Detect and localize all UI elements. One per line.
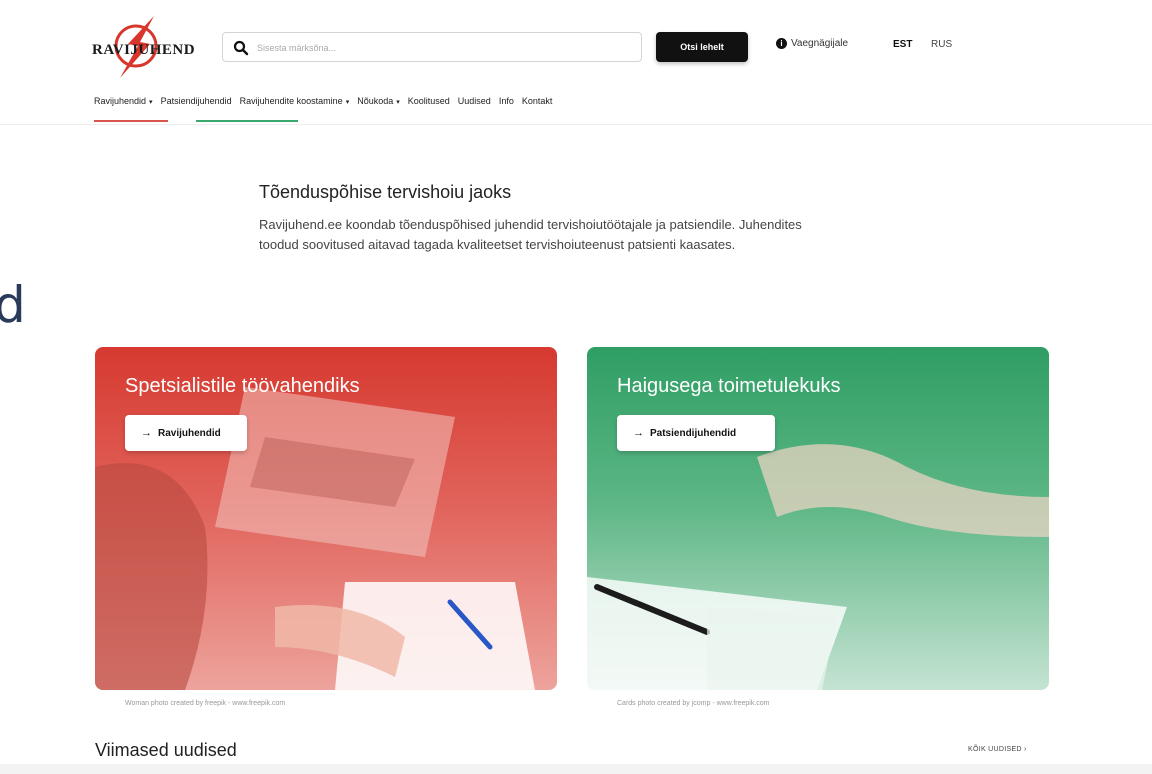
intro-text: Ravijuhend.ee koondab tõenduspõhised juh… (259, 217, 802, 252)
language-est[interactable]: EST (893, 39, 912, 50)
news-section-title: Viimased uudised (95, 740, 237, 760)
photo-credit[interactable]: Cards photo created by jcomp - www.freep… (617, 700, 770, 707)
info-icon: i (776, 38, 787, 49)
intro-section: Tõenduspõhise tervishoiu jaoks Ravijuhen… (259, 182, 819, 255)
logo-text: RAVIJUHEND (92, 42, 196, 58)
site-header: RAVIJUHEND Otsi lehelt i Vaegnägijale ES… (0, 0, 1152, 125)
nav-item-noukoda[interactable]: Nõukoda ▾ (357, 96, 400, 106)
arrow-right-icon: → (141, 427, 152, 439)
card-title: Spetsialistile töövahendiks (125, 375, 360, 397)
nav-item-koolitused[interactable]: Koolitused (408, 96, 450, 106)
search-input[interactable] (255, 37, 619, 59)
nav-item-label: Ravijuhendite koostamine (239, 96, 343, 106)
photo-credit[interactable]: Woman photo created by freepik - www.fre… (125, 700, 285, 707)
nav-item-label: Koolitused (407, 96, 450, 106)
main-nav: Ravijuhendid ▾ Patsiendijuhendid Ravijuhe… (94, 96, 560, 106)
nav-item-label: Kontakt (521, 96, 553, 106)
nav-item-koostamine[interactable]: Ravijuhendite koostamine ▾ (240, 96, 350, 106)
card-specialist[interactable]: Spetsialistile töövahendiks → Ravijuhend… (95, 347, 557, 690)
site-logo[interactable]: RAVIJUHEND (92, 14, 200, 80)
arrow-right-icon: → (633, 427, 644, 439)
nav-item-label: Patsiendijuhendid (160, 96, 232, 106)
nav-item-uudised[interactable]: Uudised (458, 96, 491, 106)
nav-item-label: Nõukoda (357, 96, 394, 106)
patsiendijuhendid-button[interactable]: → Patsiendijuhendid (617, 415, 775, 451)
nav-item-info[interactable]: Info (499, 96, 514, 106)
chevron-down-icon: ▾ (396, 99, 400, 106)
search-box (222, 32, 642, 62)
nav-underline-green (196, 120, 298, 122)
nav-item-label: Ravijuhendid (94, 96, 147, 106)
chevron-down-icon: ▾ (149, 99, 153, 106)
chevron-down-icon: ▾ (345, 99, 350, 106)
search-button[interactable]: Otsi lehelt (656, 32, 748, 62)
intro-title: Tõenduspõhise tervishoiu jaoks (259, 182, 512, 202)
nav-item-label: Info (498, 96, 514, 106)
specialist-photo-image (95, 387, 535, 690)
language-rus[interactable]: RUS (931, 39, 952, 50)
ravijuhendid-button[interactable]: → Ravijuhendid (125, 415, 247, 451)
page-bottom-strip (0, 764, 1152, 774)
nav-underline-red (94, 120, 168, 122)
accessibility-link[interactable]: i Vaegnägijale (776, 38, 848, 49)
search-icon (233, 40, 249, 56)
all-news-link[interactable]: KÕIK UUDISED › (968, 746, 1027, 753)
card-title: Haigusega toimetulekuks (617, 375, 841, 397)
nav-item-patsiendijuhendid[interactable]: Patsiendijuhendid (161, 96, 232, 106)
button-label: Patsiendijuhendid (650, 427, 737, 439)
nav-item-ravijuhendid[interactable]: Ravijuhendid ▾ (94, 96, 153, 106)
patient-photo-image (587, 444, 1049, 690)
nav-item-kontakt[interactable]: Kontakt (522, 96, 553, 106)
button-label: Ravijuhendid (158, 427, 221, 439)
accessibility-label: Vaegnägijale (791, 38, 849, 49)
cropped-heading-fragment: d (0, 276, 26, 334)
card-patient[interactable]: Haigusega toimetulekuks → Patsiendijuhen… (587, 347, 1049, 690)
nav-item-label: Uudised (457, 96, 491, 106)
